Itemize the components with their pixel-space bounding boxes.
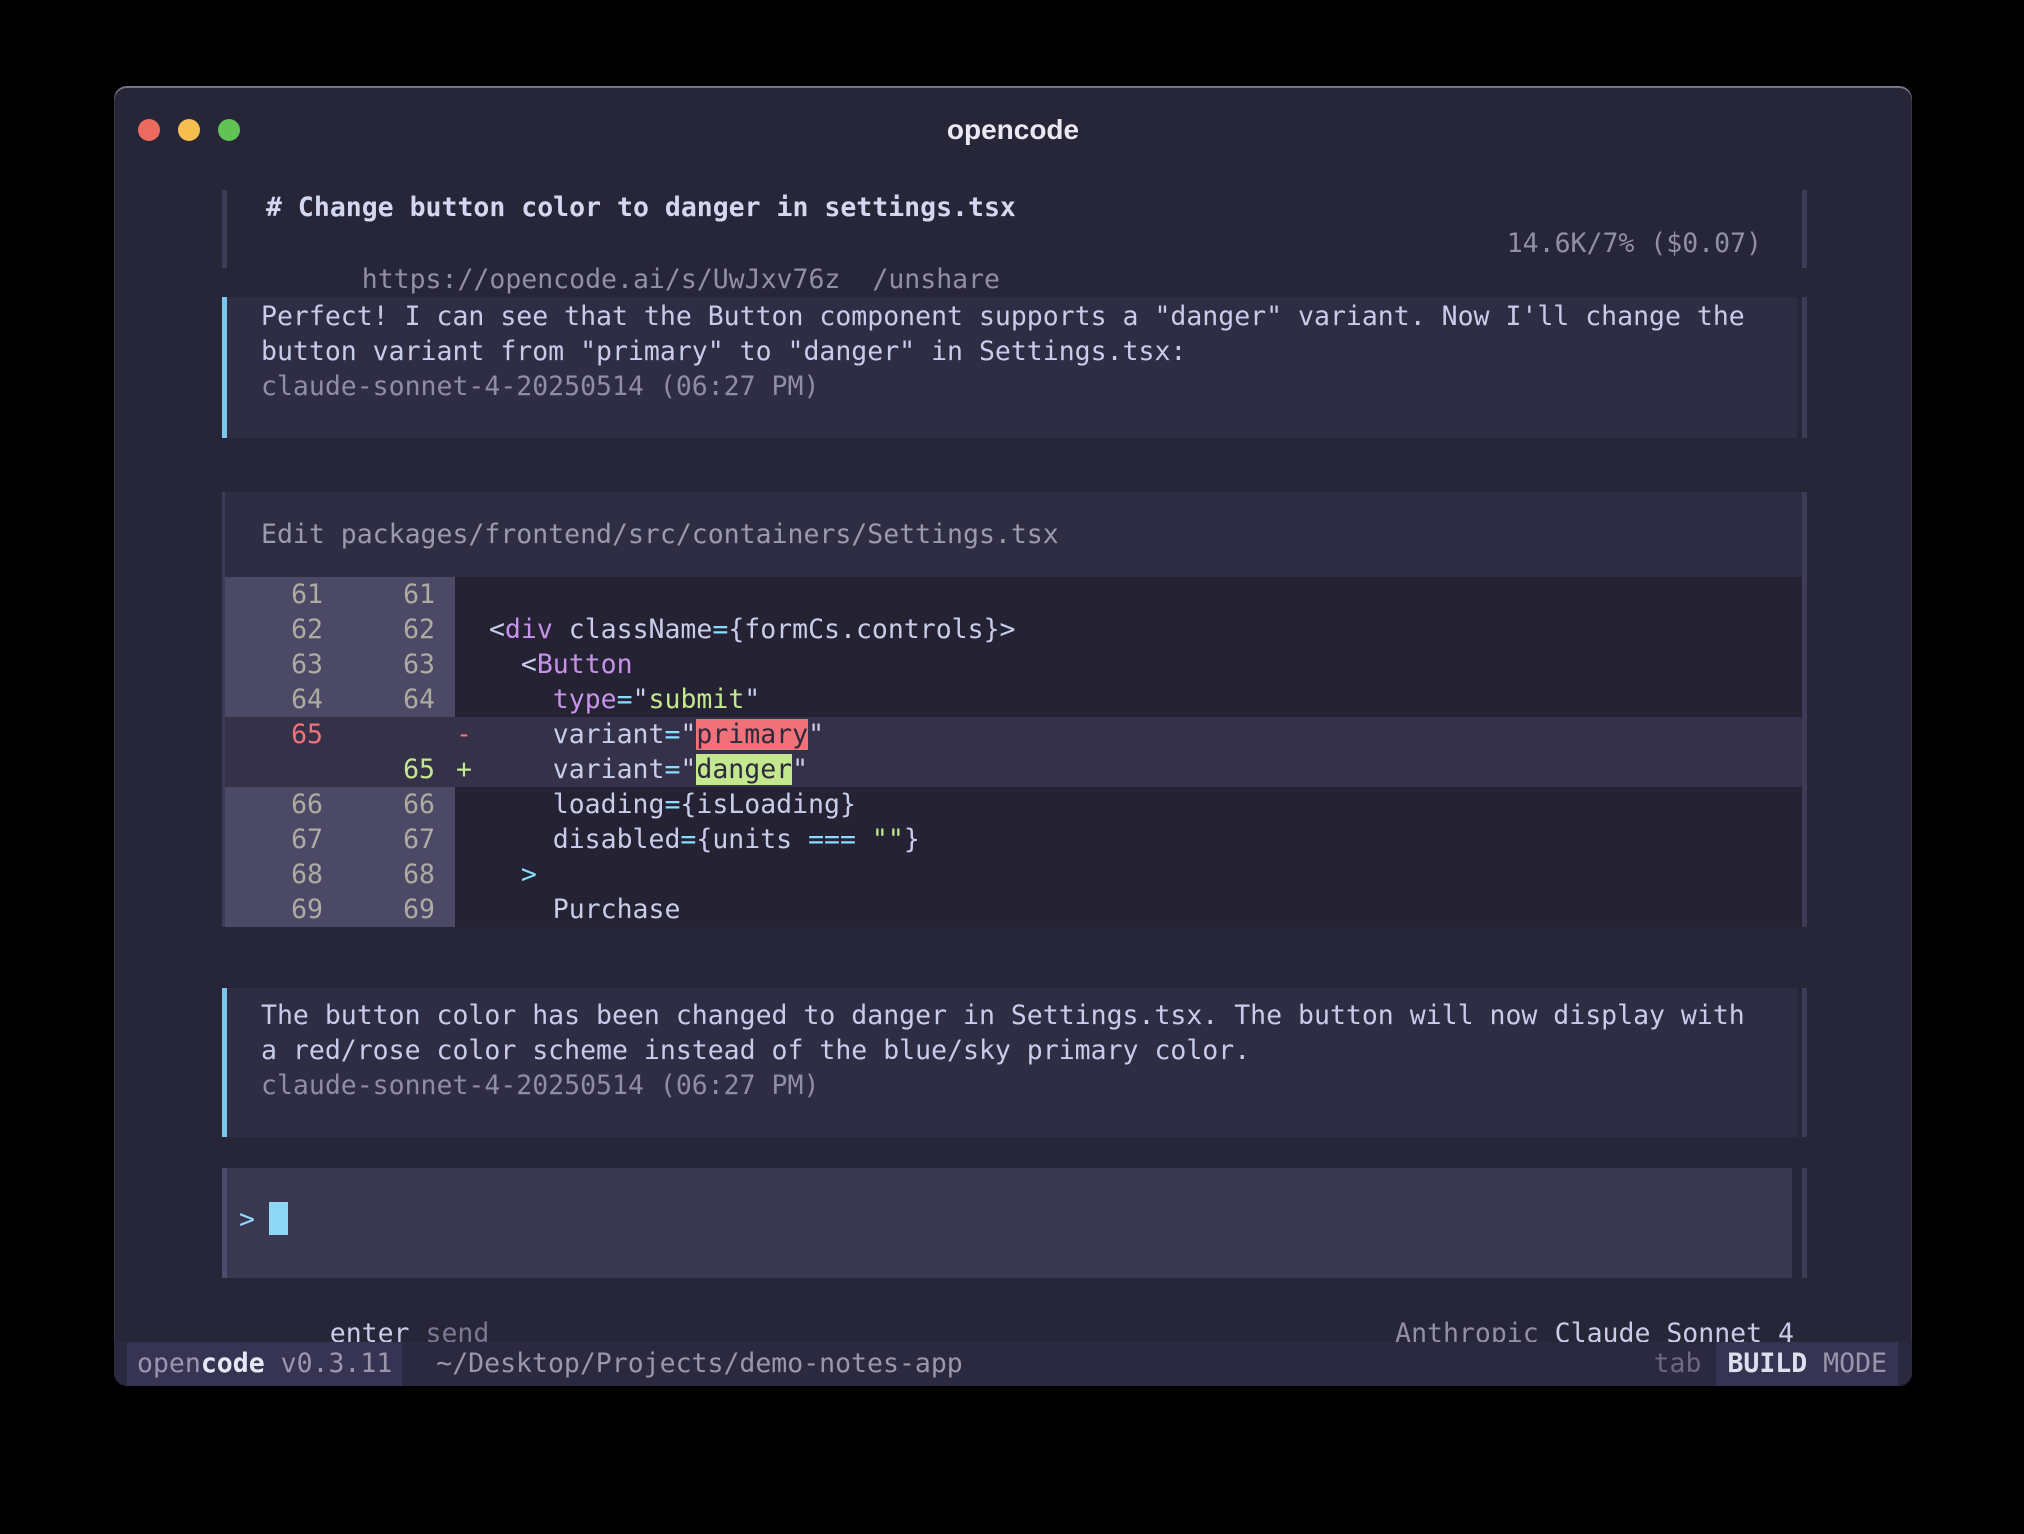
message-right-bar — [1802, 988, 1807, 1137]
share-url[interactable]: https://opencode.ai/s/UwJxv76z — [362, 264, 841, 295]
tab-key-hint[interactable]: tab — [1654, 1348, 1702, 1379]
session-header: # Change button color to danger in setti… — [222, 190, 1807, 268]
app-version-chip: opencode v0.3.11 — [127, 1342, 402, 1386]
diff-row: 6363 <Button — [225, 647, 1802, 682]
diff-row: 6868 > — [225, 857, 1802, 892]
edit-right-bar — [1802, 492, 1807, 927]
working-directory: ~/Desktop/Projects/demo-notes-app — [436, 1348, 963, 1379]
mode-suffix: MODE — [1807, 1348, 1887, 1379]
message-text: a red/rose color scheme instead of the b… — [261, 1033, 1797, 1068]
diff-row: 6969 Purchase — [225, 892, 1802, 927]
build-mode-chip[interactable]: BUILD MODE — [1716, 1342, 1898, 1386]
footer-hints: enter send Anthropic Claude Sonnet 4 — [114, 1280, 1912, 1316]
session-title: # Change button color to danger in setti… — [227, 190, 1807, 226]
app-name-code: code — [201, 1348, 265, 1379]
window-title: opencode — [114, 114, 1912, 146]
diff-row: 6666 loading={isLoading} — [225, 787, 1802, 822]
diff-row: 6767 disabled={units === ""} — [225, 822, 1802, 857]
diff-rows: 61616262 <div className={formCs.controls… — [225, 577, 1802, 927]
diff-row: 65- variant="primary" — [225, 717, 1802, 752]
unshare-command[interactable]: /unshare — [872, 264, 1000, 295]
diff-row: 6161 — [225, 577, 1802, 612]
app-version: v0.3.11 — [265, 1348, 393, 1379]
diff-row: 65+ variant="danger" — [225, 752, 1802, 787]
model-timestamp: claude-sonnet-4-20250514 (06:27 PM) — [261, 369, 1797, 404]
text-cursor — [269, 1202, 288, 1235]
app-name-open: open — [137, 1348, 201, 1379]
edit-file-title: Edit packages/frontend/src/containers/Se… — [225, 492, 1802, 577]
diff-row: 6464 type="submit" — [225, 682, 1802, 717]
assistant-message-2: The button color has been changed to dan… — [222, 988, 1807, 1137]
prompt-input[interactable]: > — [222, 1168, 1792, 1278]
token-cost-stats: 14.6K/7% ($0.07) — [1507, 226, 1762, 262]
opencode-window: opencode # Change button color to danger… — [114, 86, 1912, 1386]
mode-name: BUILD — [1727, 1348, 1807, 1379]
header-right-bar — [1802, 190, 1807, 268]
status-bar: opencode v0.3.11 ~/Desktop/Projects/demo… — [114, 1342, 1912, 1386]
message-text: The button color has been changed to dan… — [261, 998, 1797, 1033]
model-timestamp: claude-sonnet-4-20250514 (06:27 PM) — [261, 1068, 1797, 1103]
edit-tool-panel: Edit packages/frontend/src/containers/Se… — [222, 492, 1807, 927]
diff-row: 6262 <div className={formCs.controls}> — [225, 612, 1802, 647]
prompt-input-block: > — [222, 1168, 1807, 1278]
assistant-message-1: Perfect! I can see that the Button compo… — [222, 297, 1807, 438]
prompt-symbol: > — [239, 1204, 255, 1235]
message-right-bar — [1802, 297, 1807, 438]
input-right-bar — [1802, 1168, 1807, 1278]
message-text: button variant from "primary" to "danger… — [261, 334, 1797, 369]
message-text: Perfect! I can see that the Button compo… — [261, 299, 1797, 334]
